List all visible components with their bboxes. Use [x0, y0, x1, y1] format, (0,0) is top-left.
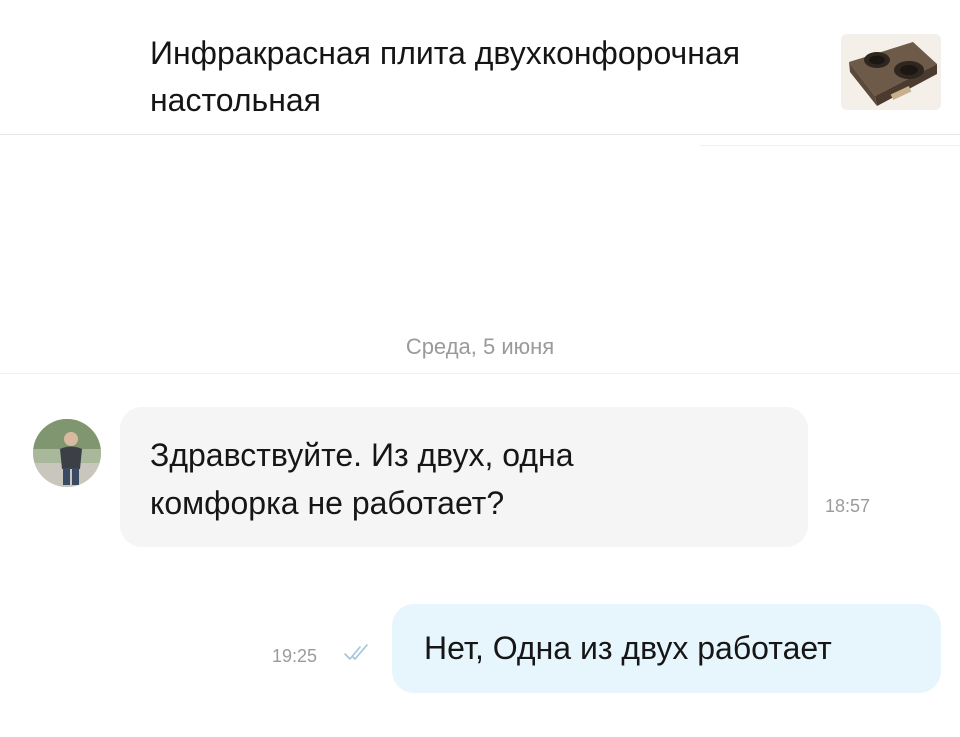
double-check-icon [343, 643, 373, 663]
user-avatar[interactable] [33, 419, 101, 487]
incoming-message-bubble[interactable]: Здравствуйте. Из двух, одна комфорка не … [120, 407, 808, 547]
outgoing-message-bubble[interactable]: Нет, Одна из двух работает [392, 604, 941, 693]
incoming-message-time: 18:57 [825, 496, 871, 516]
stove-icon [841, 34, 941, 110]
avatar-image [33, 419, 101, 487]
date-divider: Среда, 5 июня [405, 334, 555, 359]
divider-line [700, 145, 960, 146]
outgoing-message-text: Нет, Одна из двух работает [424, 630, 832, 666]
product-thumbnail[interactable] [841, 34, 941, 110]
chat-header: Инфракрасная плита двухконфорочная насто… [0, 0, 960, 135]
incoming-message-text: Здравствуйте. Из двух, одна комфорка не … [150, 437, 574, 521]
product-title[interactable]: Инфракрасная плита двухконфорочная насто… [150, 30, 790, 124]
outgoing-message-time: 19:25 [272, 646, 318, 666]
divider-line [0, 373, 960, 374]
